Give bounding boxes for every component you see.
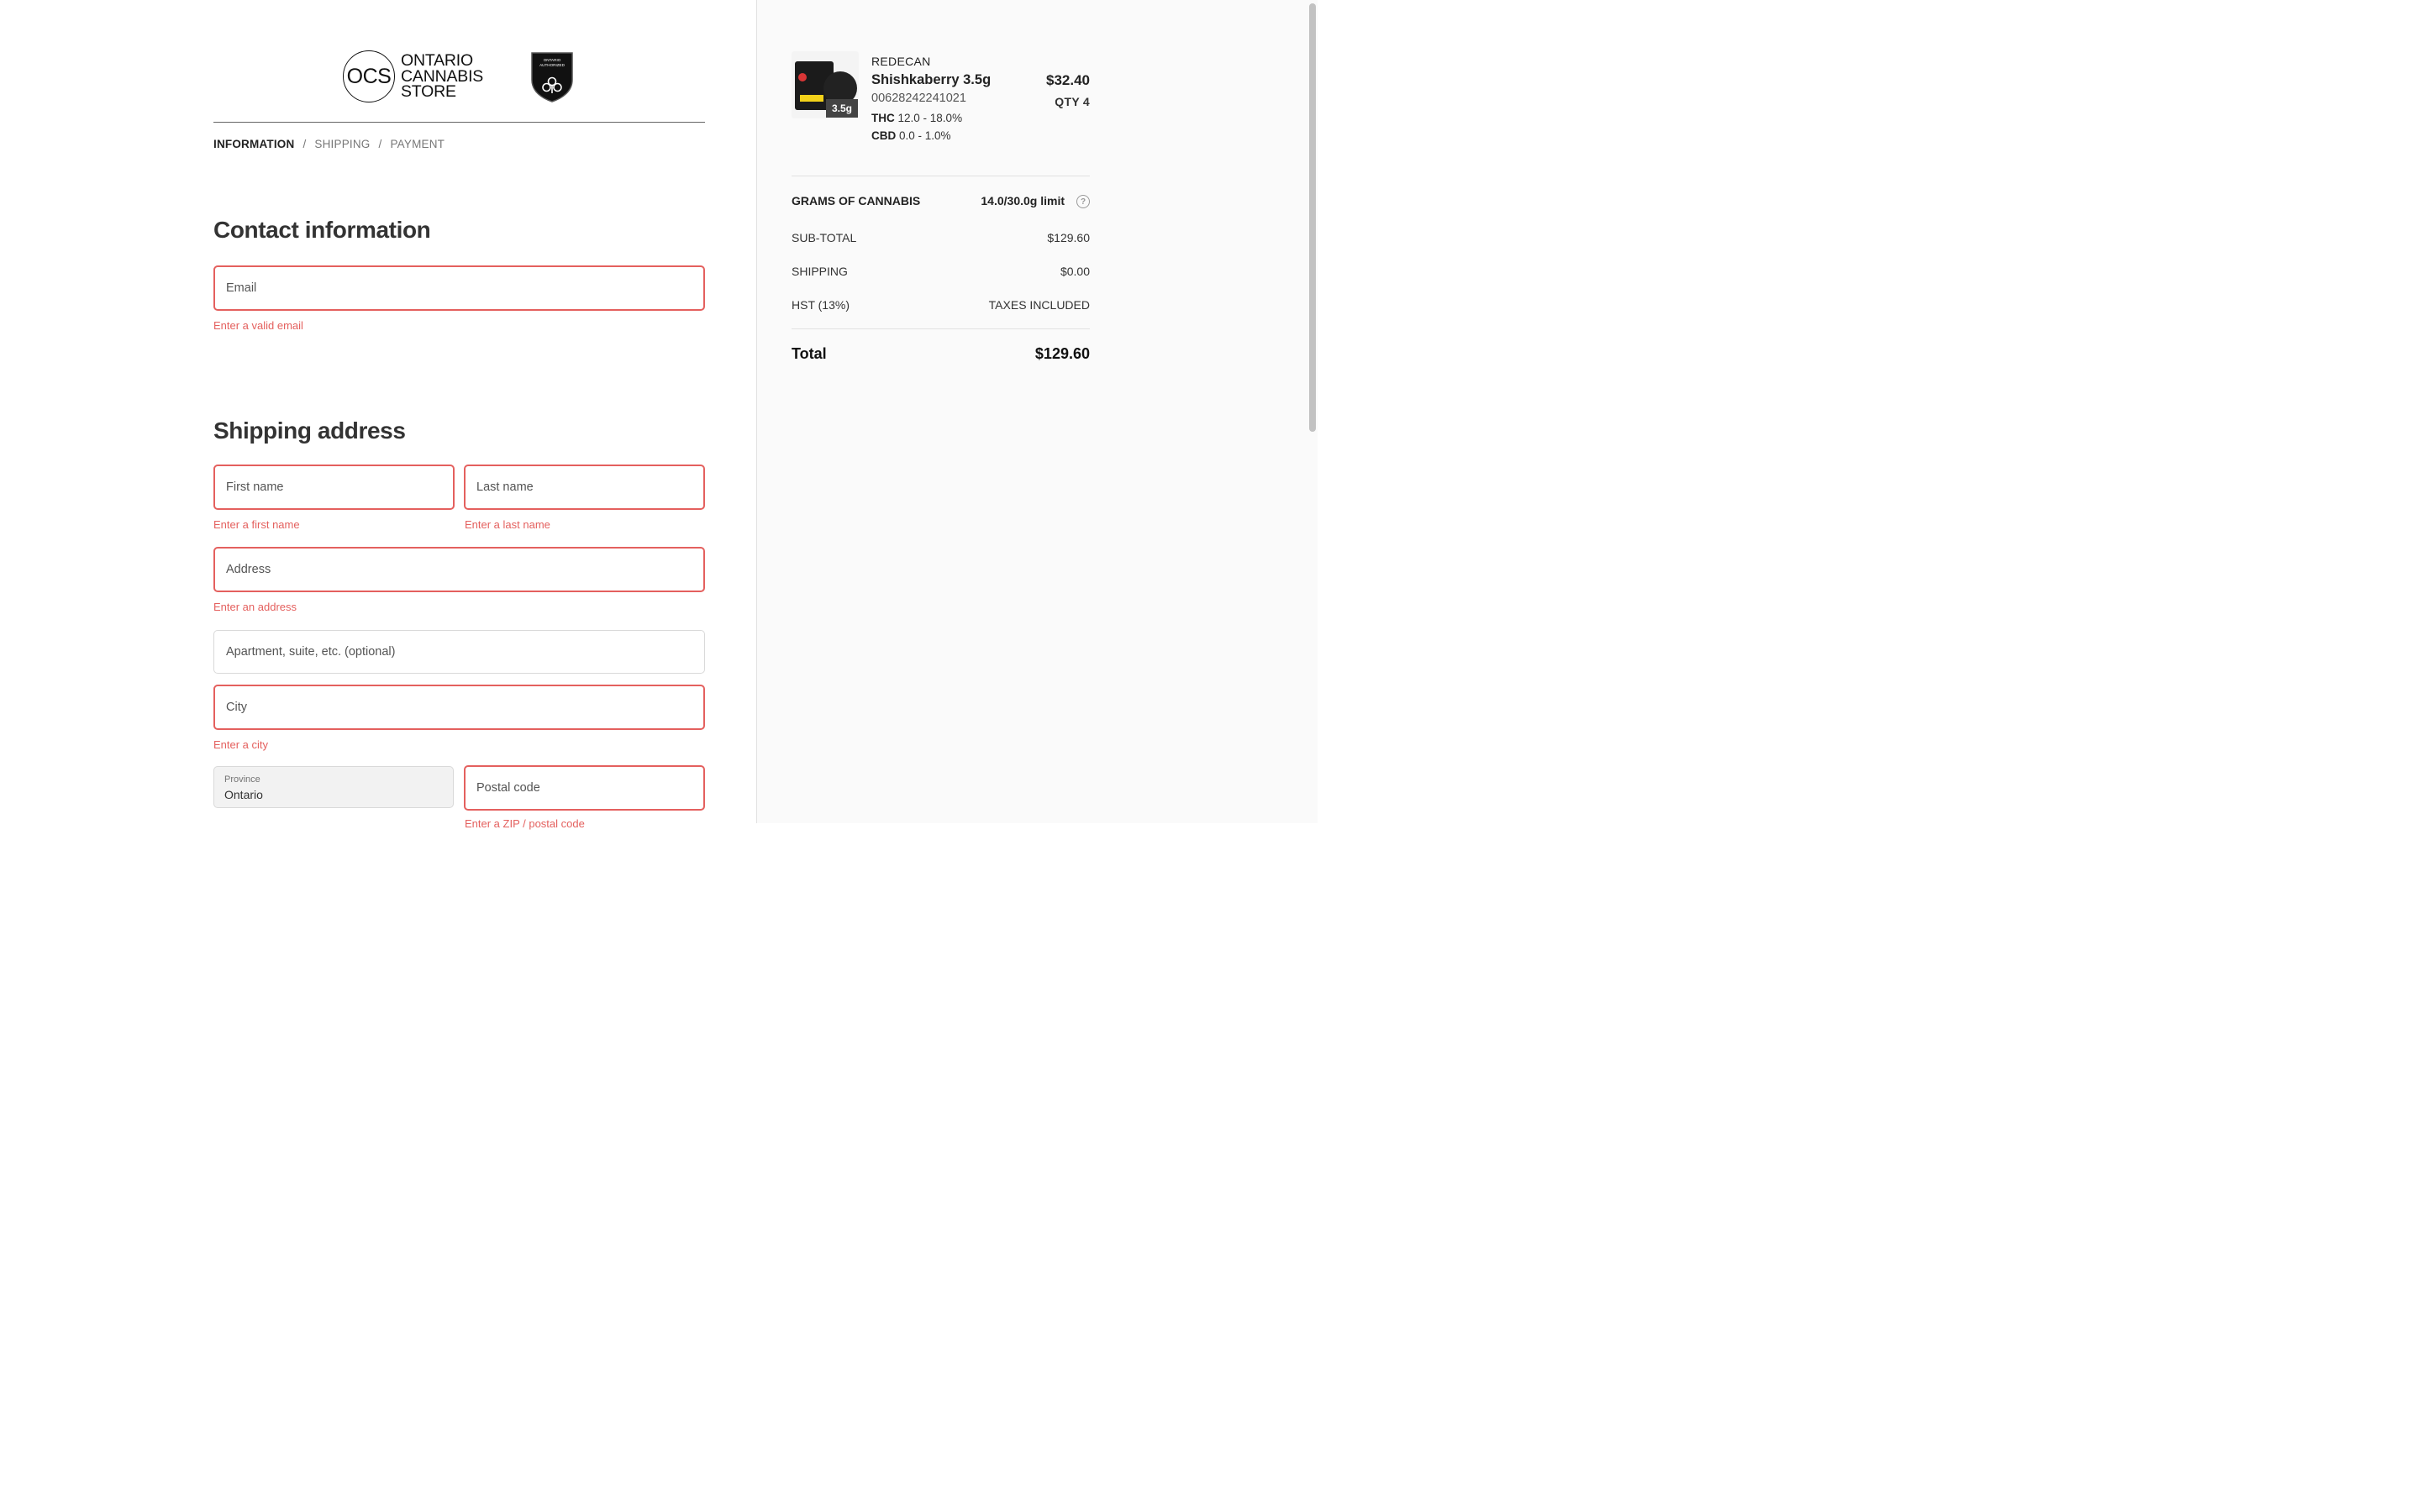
province-value: Ontario xyxy=(224,788,263,801)
last-name-error: Enter a last name xyxy=(465,518,550,531)
logo-line-3: STORE xyxy=(401,82,456,102)
header-divider xyxy=(213,122,705,123)
product-image: 3.5g xyxy=(792,51,859,118)
contact-title: Contact information xyxy=(213,217,431,243)
product-price: $32.40 xyxy=(1046,72,1090,88)
email-input[interactable] xyxy=(226,281,703,295)
help-icon[interactable]: ? xyxy=(1076,195,1090,208)
grams-label: GRAMS OF CANNABIS xyxy=(792,194,921,207)
hst-value: TAXES INCLUDED xyxy=(988,298,1090,312)
shipping-title: Shipping address xyxy=(213,417,406,444)
address-input[interactable] xyxy=(226,563,703,576)
product-size-badge: 3.5g xyxy=(826,99,858,118)
breadcrumb-separator: / xyxy=(302,138,307,150)
postal-code-field[interactable] xyxy=(464,765,705,811)
grams-value: 14.0/30.0g limit xyxy=(981,194,1065,207)
shield-text-2: AUTHORIZED xyxy=(539,63,566,67)
product-logo-dot xyxy=(798,73,807,81)
product-name: Shishkaberry 3.5g xyxy=(871,72,992,87)
product-sku: 00628242241021 xyxy=(871,92,966,105)
breadcrumb: INFORMATION / SHIPPING / PAYMENT xyxy=(213,138,445,150)
shipping-label: SHIPPING xyxy=(792,265,848,278)
scrollbar[interactable] xyxy=(1309,3,1316,432)
product-qty: QTY 4 xyxy=(1055,95,1090,108)
address-error: Enter an address xyxy=(213,601,297,613)
postal-code-input[interactable] xyxy=(476,781,703,795)
first-name-input[interactable] xyxy=(226,480,453,494)
total-label: Total xyxy=(792,345,827,362)
cbd-label: CBD xyxy=(871,129,897,142)
product-label-strip xyxy=(800,95,823,102)
city-input[interactable] xyxy=(226,701,703,714)
shipping-value: $0.00 xyxy=(1060,265,1090,278)
breadcrumb-information: INFORMATION xyxy=(213,138,295,150)
subtotal-value: $129.60 xyxy=(1047,231,1090,244)
province-select[interactable]: Province Ontario xyxy=(213,766,454,808)
product-thc: THC 12.0 - 18.0% xyxy=(871,112,962,124)
product-brand: REDECAN xyxy=(871,55,931,68)
ontario-authorized-shield-icon: ONTARIO AUTHORIZED xyxy=(531,52,573,102)
postal-code-error: Enter a ZIP / postal code xyxy=(465,817,585,830)
thc-value: 12.0 - 18.0% xyxy=(897,112,963,124)
email-error: Enter a valid email xyxy=(213,319,303,332)
cbd-value: 0.0 - 1.0% xyxy=(899,129,951,142)
apartment-field[interactable] xyxy=(213,630,705,674)
first-name-error: Enter a first name xyxy=(213,518,300,531)
checkout-main: OCS ONTARIO CANNABIS STORE ONTARIO AUTHO… xyxy=(0,0,756,830)
product-cbd: CBD 0.0 - 1.0% xyxy=(871,129,951,142)
hst-label: HST (13%) xyxy=(792,298,850,312)
province-label: Province xyxy=(224,774,260,785)
apartment-input[interactable] xyxy=(226,645,704,659)
last-name-input[interactable] xyxy=(476,480,703,494)
subtotal-label: SUB-TOTAL xyxy=(792,231,857,244)
address-field[interactable] xyxy=(213,547,705,592)
ocs-logo-text: ONTARIO CANNABIS STORE xyxy=(401,51,502,102)
total-divider xyxy=(792,328,1090,329)
shield-text-1: ONTARIO xyxy=(544,58,561,62)
city-field[interactable] xyxy=(213,685,705,730)
order-summary-panel xyxy=(756,0,1318,823)
first-name-field[interactable] xyxy=(213,465,455,510)
email-field[interactable] xyxy=(213,265,705,311)
breadcrumb-separator: / xyxy=(378,138,382,150)
breadcrumb-payment[interactable]: PAYMENT xyxy=(390,138,445,150)
ocs-logo-mark: OCS xyxy=(343,50,395,102)
city-error: Enter a city xyxy=(213,738,269,751)
total-value: $129.60 xyxy=(1034,345,1090,362)
thc-label: THC xyxy=(871,112,895,124)
breadcrumb-shipping[interactable]: SHIPPING xyxy=(314,138,370,150)
logo-line-1: ONTARIO xyxy=(401,51,473,70)
total-row: Total $129.60 xyxy=(792,345,1090,363)
last-name-field[interactable] xyxy=(464,465,705,510)
